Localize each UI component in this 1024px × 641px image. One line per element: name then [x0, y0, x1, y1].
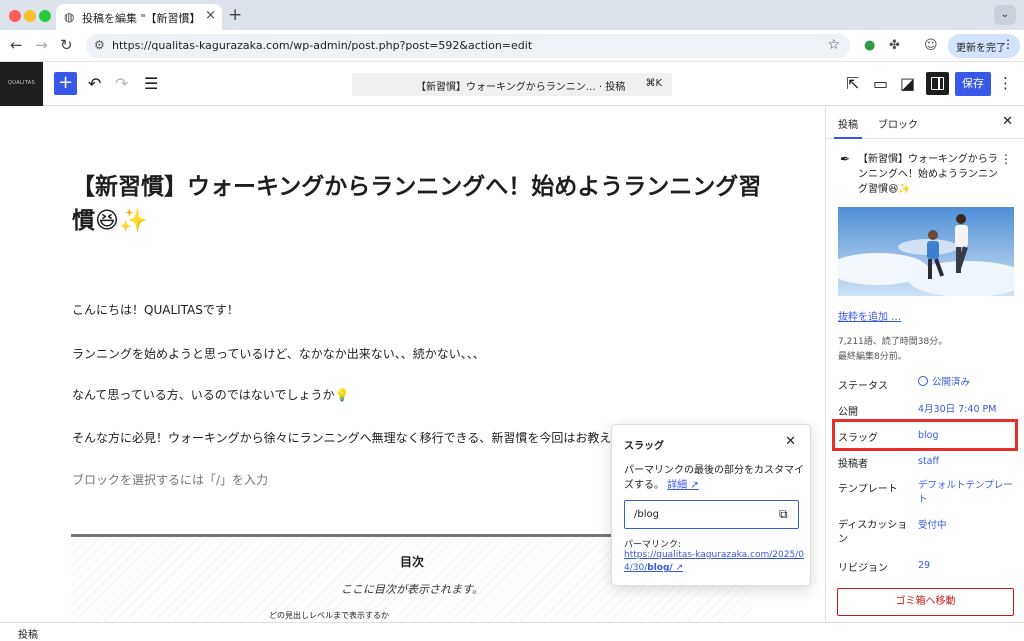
tab-search-icon[interactable]: ⌄ — [994, 5, 1016, 25]
discussion-value[interactable]: 受付中 — [918, 519, 1014, 533]
profile-avatar-icon[interactable]: ☺ — [924, 38, 938, 53]
site-info-icon[interactable]: ⚙ — [94, 38, 105, 52]
settings-sidebar-toggle[interactable] — [926, 72, 949, 95]
browser-menu-icon[interactable]: ⋮ — [1002, 37, 1014, 51]
globe-icon: ◍ — [64, 10, 75, 24]
tab-title: 投稿を編集 "【新習慣】ウォーキ — [82, 12, 194, 25]
slug-input[interactable] — [624, 500, 799, 529]
learn-more-link[interactable]: 詳細 ↗ — [667, 480, 699, 491]
close-window-button[interactable] — [9, 10, 21, 22]
shortcut-hint: ⌘K — [645, 78, 662, 89]
document-title: 【新習慣】ウォーキングからランニン… · 投稿 — [416, 82, 626, 93]
close-sidebar-icon[interactable]: ✕ — [1002, 114, 1013, 129]
editor-footer: 投稿 — [0, 622, 1024, 641]
address-bar[interactable]: ⚙ https://qualitas-kagurazaka.com/wp-adm… — [86, 34, 850, 58]
tab-post[interactable]: 投稿 — [834, 116, 862, 139]
publish-date-value[interactable]: 4月30日 7:40 PM — [918, 403, 1014, 417]
move-to-trash-button[interactable]: ゴミ箱へ移動 — [837, 588, 1014, 616]
author-value[interactable]: staff — [918, 455, 1014, 469]
slug-popover: スラッグ ✕ パーマリンクの最後の部分をカスタマイズする。 詳細 ↗ ⧉ パーマ… — [611, 424, 811, 586]
post-title[interactable]: 【新習慣】ウォーキングからランニングへ！始めようランニング習慣😆✨ — [72, 170, 762, 238]
close-tab-icon[interactable]: × — [205, 8, 216, 23]
redo-icon[interactable]: ↷ — [115, 74, 128, 93]
url-text: https://qualitas-kagurazaka.com/wp-admin… — [112, 39, 533, 52]
puzzle-icon[interactable]: ✤ — [889, 38, 900, 53]
revisions-value[interactable]: 29 — [918, 559, 1014, 573]
permalink-link[interactable]: https://qualitas-kagurazaka.com/2025/04/… — [624, 549, 809, 575]
featured-image-graphic — [838, 207, 1014, 296]
breadcrumb[interactable]: 投稿 — [18, 626, 38, 641]
browser-tab-bar: ◍ 投稿を編集 "【新習慣】ウォーキ × + ⌄ — [0, 0, 1024, 30]
add-block-button[interactable]: + — [54, 72, 77, 95]
slug-popover-title: スラッグ — [624, 441, 664, 452]
new-tab-icon[interactable]: + — [228, 5, 242, 25]
site-logo[interactable]: QUALITAS — [0, 62, 43, 106]
minimize-window-button[interactable] — [24, 10, 36, 22]
external-link-icon: ↗ — [672, 563, 684, 573]
styles-icon[interactable]: ◪ — [900, 74, 915, 93]
browser-nav-bar: ← → ↻ ⚙ https://qualitas-kagurazaka.com/… — [0, 30, 1024, 62]
update-label: 更新を完了 — [956, 43, 1006, 54]
view-post-icon[interactable]: ⇱ — [846, 74, 859, 93]
preview-device-icon[interactable]: ▭ — [873, 74, 888, 93]
toc-level-label: どの見出しレベルまで表示するか — [269, 611, 389, 620]
paragraph-block[interactable]: なんて思っている方、いるのではないでしょうか💡 — [72, 386, 349, 403]
template-label: テンプレート — [838, 484, 898, 495]
browser-tab[interactable]: ◍ 投稿を編集 "【新習慣】ウォーキ × — [56, 4, 222, 30]
settings-sidebar: 投稿 ブロック ✕ ✒ 【新習慣】ウォーキングからランニングへ！始めようランニン… — [825, 106, 1024, 622]
slug-row-highlight — [832, 419, 1018, 451]
close-icon[interactable]: ✕ — [785, 434, 796, 449]
options-menu-icon[interactable]: ⋮ — [998, 74, 1013, 92]
paragraph-block[interactable]: そんな方に必見！ウォーキングから徐々にランニングへ無理なく移行できる、新習慣を今… — [72, 429, 647, 446]
post-type-icon: ✒ — [840, 152, 851, 166]
discussion-label: ディスカッション — [838, 520, 908, 545]
published-check-icon — [918, 376, 928, 386]
add-excerpt-link[interactable]: 抜粋を追加 … — [838, 308, 901, 323]
back-icon[interactable]: ← — [10, 36, 23, 54]
tab-block[interactable]: ブロック — [878, 116, 918, 131]
permalink-slug: blog/ — [647, 563, 673, 573]
forward-icon[interactable]: → — [35, 36, 48, 54]
bookmark-star-icon[interactable]: ☆ — [827, 37, 840, 53]
slug-help-text: パーマリンクの最後の部分をカスタマイズする。 詳細 ↗ — [624, 463, 804, 493]
status-value[interactable]: 公開済み — [918, 376, 1014, 390]
post-summary-title: 【新習慣】ウォーキングからランニングへ！始めようランニング習慣😆✨ — [858, 154, 998, 195]
sidebar-tabs: 投稿 ブロック ✕ — [826, 106, 1024, 139]
paragraph-block[interactable]: ランニングを始めようと思っているけど、なかなか出来ない、、続かない、、、 — [72, 345, 485, 362]
extension-icon[interactable]: ● — [864, 38, 875, 53]
post-actions-icon[interactable]: ⋮ — [1000, 152, 1012, 166]
update-button[interactable]: 更新を完了 ⋮ — [948, 34, 1020, 58]
document-overview-icon[interactable]: ☰ — [144, 74, 158, 93]
undo-icon[interactable]: ↶ — [88, 74, 101, 93]
paragraph-block[interactable]: こんにちは！QUALITASです！ — [72, 301, 239, 318]
command-palette-bar[interactable]: 【新習慣】ウォーキングからランニン… · 投稿 ⌘K — [352, 73, 672, 96]
editor-toolbar: QUALITAS + ↶ ↷ ☰ 【新習慣】ウォーキングからランニン… · 投稿… — [0, 62, 1024, 106]
reload-icon[interactable]: ↻ — [60, 36, 73, 54]
featured-image[interactable] — [838, 207, 1014, 296]
slug-help-body: パーマリンクの最後の部分をカスタマイズする。 — [624, 465, 804, 491]
last-edited: 最終編集8分前。 — [838, 352, 907, 362]
revisions-label: リビジョン — [838, 563, 888, 574]
save-button[interactable]: 保存 — [955, 72, 991, 96]
status-text: 公開済み — [932, 377, 971, 388]
author-label: 投稿者 — [838, 459, 868, 470]
status-label: ステータス — [838, 381, 888, 392]
word-count: 7,211語、読了時間38分。 — [838, 337, 948, 347]
zoom-window-button[interactable] — [39, 10, 51, 22]
template-value[interactable]: デフォルトテンプレート — [918, 479, 1014, 507]
copy-icon[interactable]: ⧉ — [779, 507, 788, 522]
publish-label: 公開 — [838, 407, 858, 418]
block-placeholder[interactable]: ブロックを選択するには「/」を入力 — [72, 471, 268, 488]
